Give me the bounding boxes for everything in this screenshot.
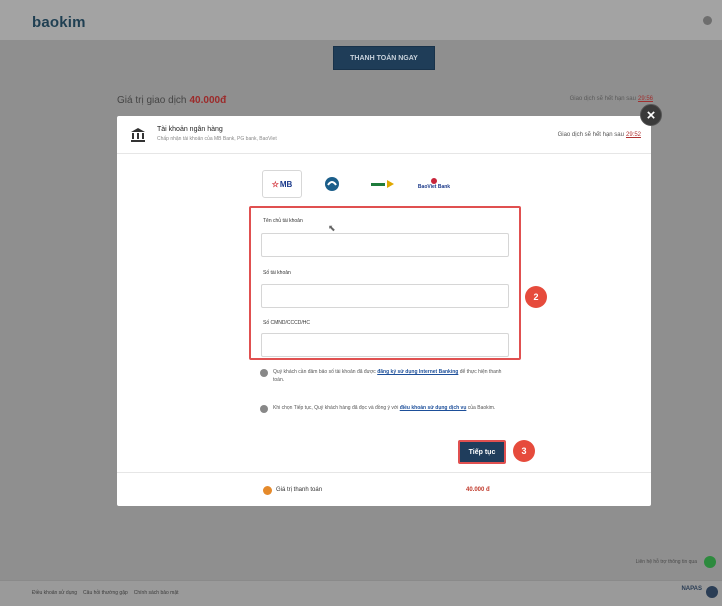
info-icon [260,369,268,377]
bank-icon [131,128,145,142]
footer-link-faq[interactable]: Câu hỏi thường gặp [83,590,128,596]
vpbank-logo-icon [371,180,394,188]
account-number-label: Số tài khoản [263,270,291,276]
step-2-badge: 2 [525,286,547,308]
footer-links: Điều khoản sử dụng Câu hỏi thường gặp Chín… [32,590,185,596]
page-header [0,0,722,40]
modal-footer: Giá trị thanh toán 40.000 đ [117,472,651,506]
security-badge-icon [706,586,718,598]
brand-logo[interactable]: baokim [32,14,86,31]
internet-banking-link[interactable]: đăng ký sử dụng Internet Banking [377,369,458,375]
account-number-input[interactable] [261,284,509,308]
modal-header: Tài khoản ngân hàng Chấp nhận tài khoản … [117,116,651,154]
note-internet-banking: Quý khách cần đảm bảo số tài khoản đã đư… [260,368,510,384]
payment-label: Giá trị thanh toán [276,487,323,493]
background-expiry-time: 29:56 [637,96,653,102]
bank-option-vpbank[interactable] [362,170,404,198]
star-icon: ☆ [271,179,279,189]
bank-option-bidv[interactable] [320,170,344,198]
support-text: Liên hệ hỗ trợ thông tin qua [635,559,697,565]
step-3-badge: 3 [513,440,535,462]
bank-label-mb: MB [279,179,293,189]
settings-icon[interactable] [703,16,712,25]
note-1-text: Quý khách cần đảm bảo số tài khoản đã đư… [273,369,376,375]
bank-selector: ☆ MB BaoViet Bank [262,170,462,200]
pay-now-button[interactable]: THANH TOÁN NGAY [333,46,435,70]
info-icon [260,405,268,413]
background-expiry-label: Giao dịch sẽ hết hạn sau [569,96,636,102]
footer-link-terms[interactable]: Điều khoản sử dụng [32,590,77,596]
close-modal-button[interactable]: × [640,104,662,126]
id-number-label: Số CMND/CCCD/HC [263,320,310,326]
napas-badge: NAPAS [681,586,702,592]
id-number-input[interactable] [261,333,509,357]
bank-option-baoviet[interactable]: BaoViet Bank [414,170,454,198]
background-expiry: Giao dịch sẽ hết hạn sau 29:56 [570,96,653,102]
modal-expiry-label: Giao dịch sẽ hết hạn sau [557,132,624,138]
note-2-text: Khi chọn Tiếp tục, Quý khách hàng đã đọc… [273,405,399,411]
transaction-label: Giá trị giao dịch [117,95,187,106]
payment-amount: 40.000 đ [466,487,490,493]
bank-label-baoviet: BaoViet Bank [417,183,451,190]
footer-link-privacy[interactable]: Chính sách bảo mật [134,590,179,596]
account-holder-label: Tên chủ tài khoản [263,218,303,224]
modal-title: Tài khoản ngân hàng [157,126,223,133]
terms-link[interactable]: điều khoản sử dụng dịch vụ [400,405,467,411]
transaction-amount: 40.000đ [189,95,227,106]
bank-account-modal: Tài khoản ngân hàng Chấp nhận tài khoản … [117,116,651,506]
account-form: Tên chủ tài khoản ⬉ Số tài khoản Số CMND… [249,206,521,360]
modal-expiry-time: 29:52 [625,132,641,138]
account-holder-input[interactable] [261,233,509,257]
transaction-value: Giá trị giao dịch 40.000đ [117,95,226,106]
note-terms: Khi chọn Tiếp tục, Quý khách hàng đã đọc… [260,404,510,413]
bank-option-mb[interactable]: ☆ MB [262,170,302,198]
bidv-logo-icon [325,177,339,191]
coin-icon [263,486,272,495]
modal-subtitle: Chấp nhận tài khoản của MB Bank, PG bank… [157,136,277,142]
baoviet-logo-icon [431,177,437,184]
note-2-tail: của Baokim. [467,405,496,411]
phone-support-icon[interactable] [704,556,716,568]
continue-button[interactable]: Tiếp tục [458,440,506,464]
modal-expiry: Giao dịch sẽ hết hạn sau 29:52 [558,132,641,138]
